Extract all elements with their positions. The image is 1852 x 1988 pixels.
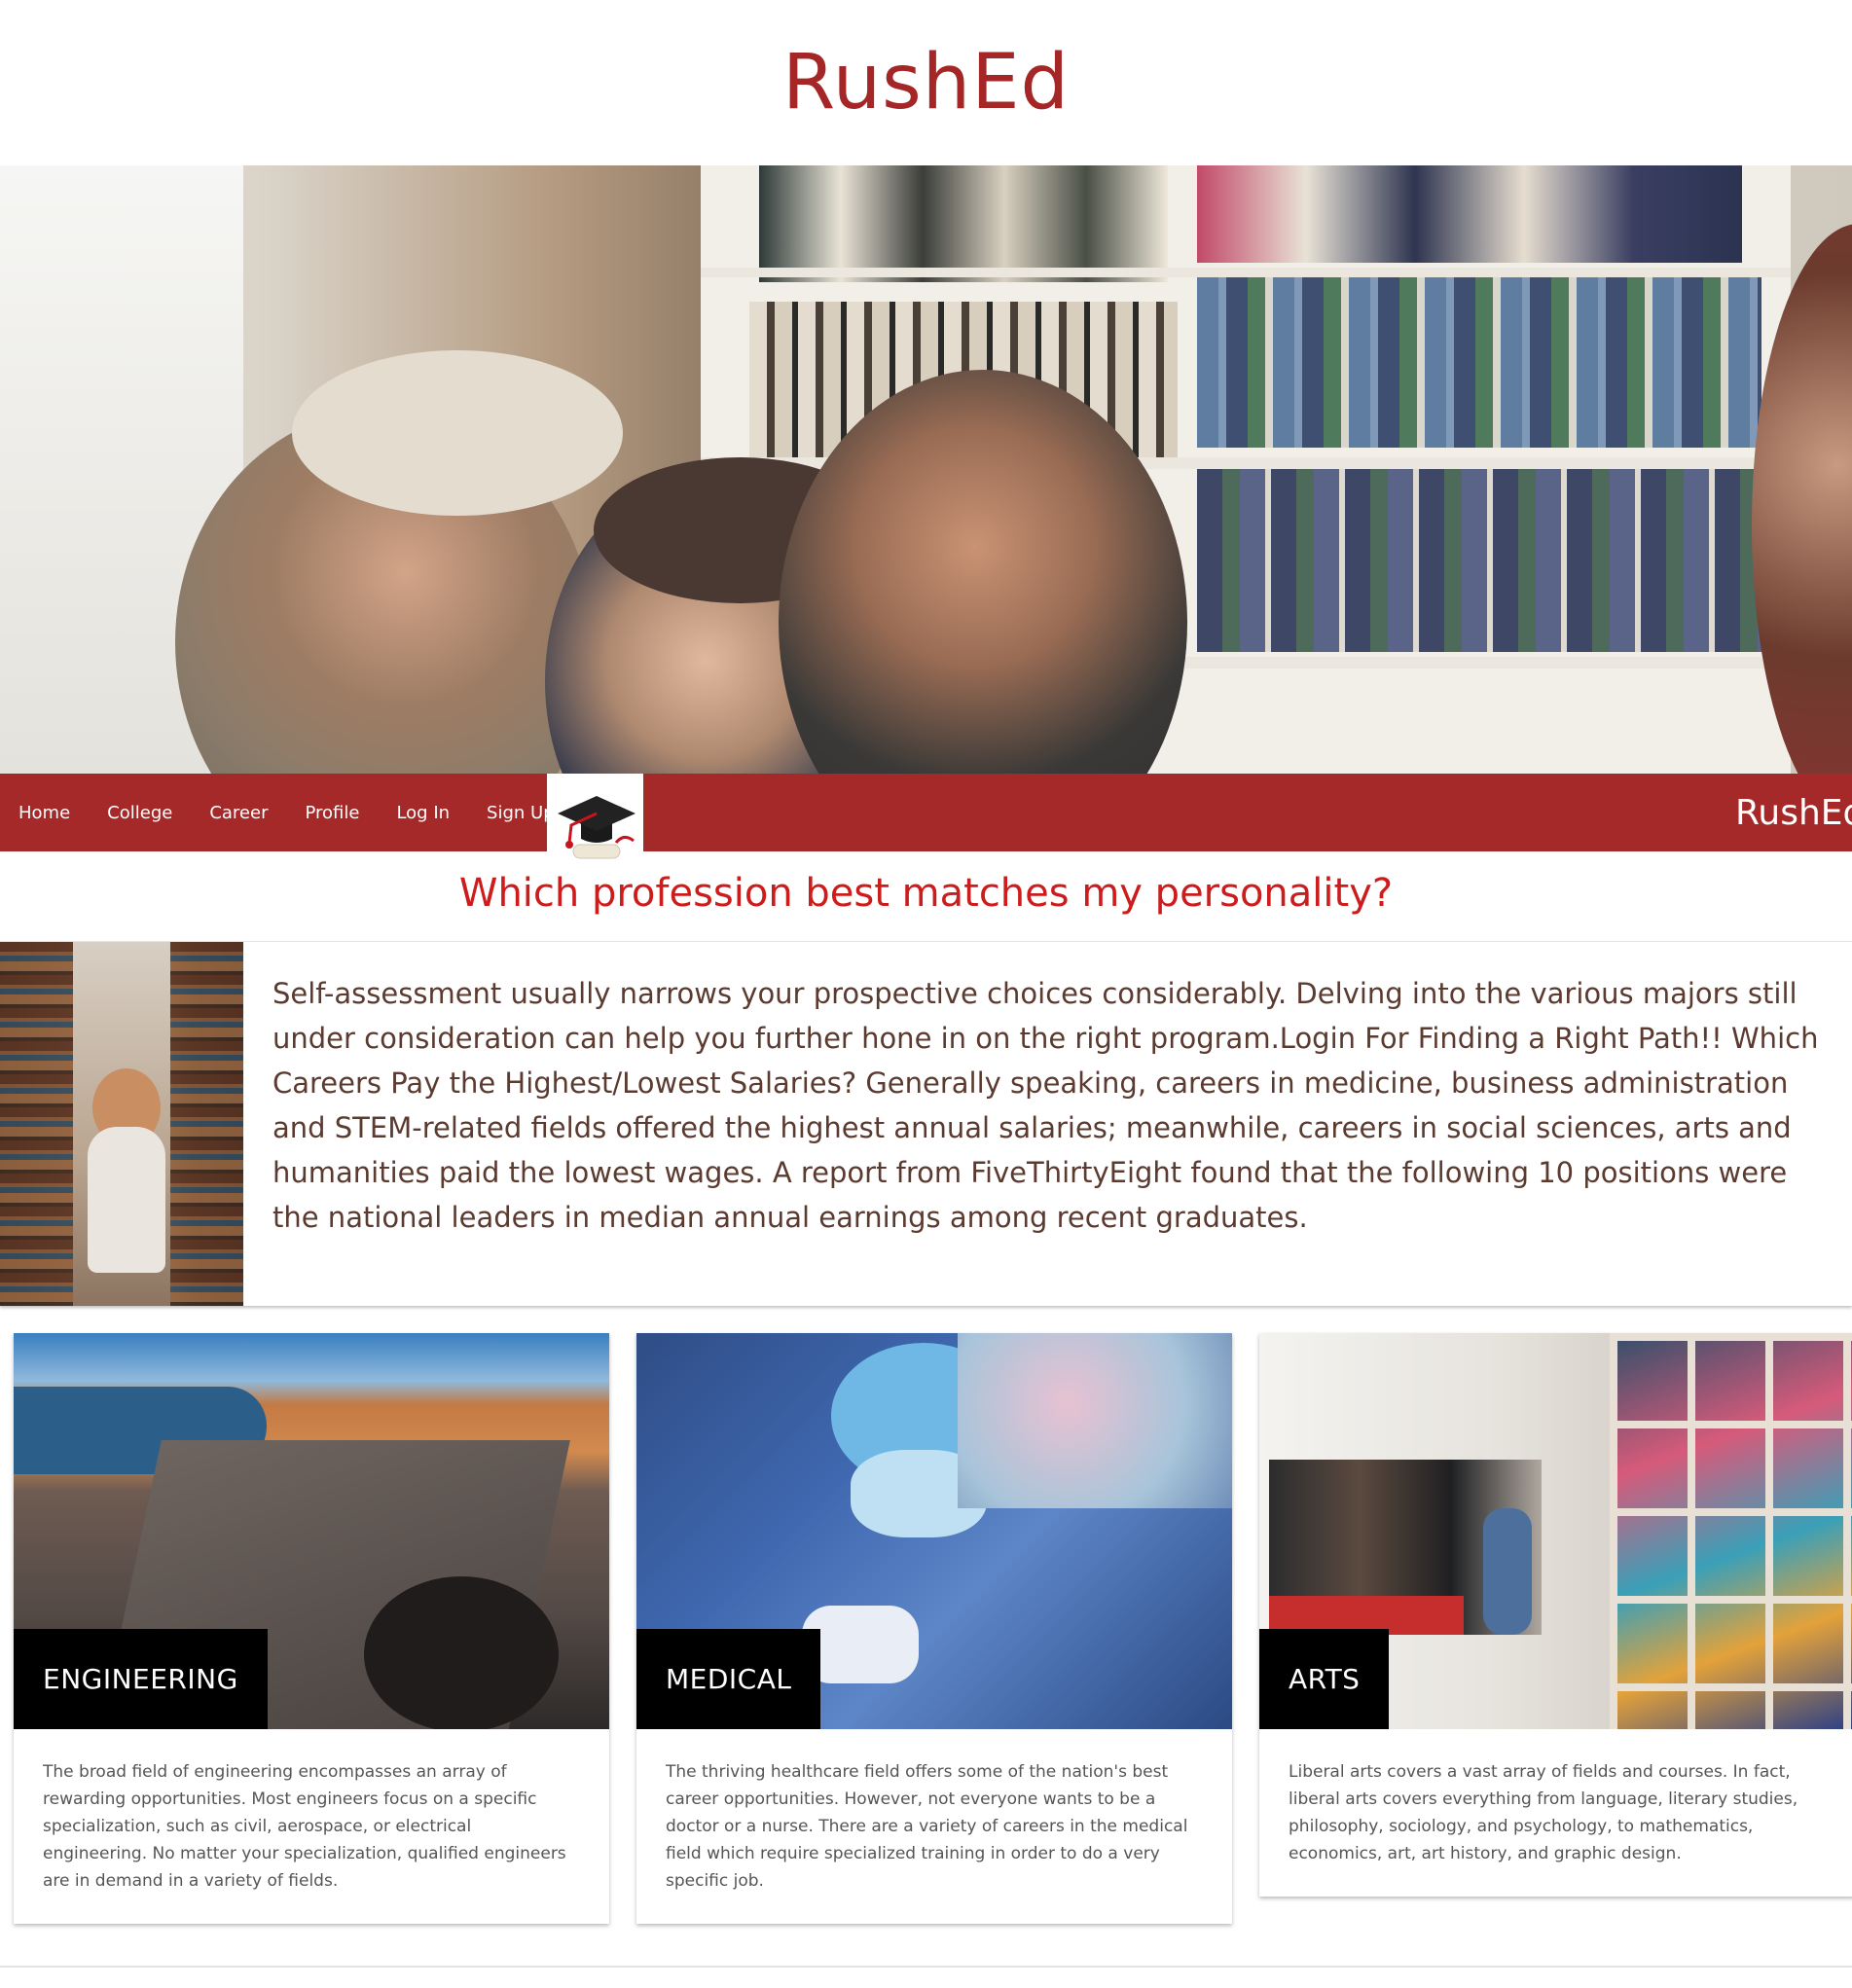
- intro-text: Self-assessment usually narrows your pro…: [272, 977, 1819, 1234]
- card-arts[interactable]: ARTS Liberal arts covers a vast array of…: [1259, 1333, 1852, 1897]
- nav-career[interactable]: Career: [191, 803, 286, 823]
- hero-image: [0, 165, 1852, 774]
- nav-bar: Home College Career Profile Log In Sign …: [0, 774, 1852, 851]
- card-engineering[interactable]: ENGINEERING The broad field of engineeri…: [14, 1333, 609, 1924]
- card-label-arts: ARTS: [1259, 1629, 1390, 1729]
- nav-login[interactable]: Log In: [378, 803, 468, 823]
- intro-section: Self-assessment usually narrows your pro…: [0, 941, 1852, 1306]
- page-heading: Which profession best matches my persona…: [458, 871, 1394, 916]
- library-image: [0, 942, 243, 1306]
- nav-profile[interactable]: Profile: [286, 803, 378, 823]
- arts-image: ARTS: [1259, 1333, 1852, 1729]
- engineering-image: ENGINEERING: [14, 1333, 609, 1729]
- footer-divider: [0, 1966, 1852, 1968]
- card-label-engineering: ENGINEERING: [14, 1629, 268, 1729]
- graduation-cap-icon[interactable]: [547, 774, 643, 871]
- card-medical[interactable]: MEDICAL The thriving healthcare field of…: [636, 1333, 1232, 1924]
- card-text-engineering: The broad field of engineering encompass…: [43, 1762, 566, 1891]
- nav-list: Home College Career Profile Log In Sign …: [0, 774, 573, 851]
- site-title: RushEd: [782, 39, 1070, 127]
- medical-image: MEDICAL: [636, 1333, 1232, 1729]
- card-label-medical: MEDICAL: [636, 1629, 821, 1729]
- nav-home[interactable]: Home: [0, 803, 89, 823]
- card-text-arts: Liberal arts covers a vast array of fiel…: [1289, 1762, 1798, 1863]
- nav-brand[interactable]: RushEd: [1735, 774, 1852, 851]
- card-text-medical: The thriving healthcare field offers som…: [666, 1762, 1188, 1891]
- nav-college[interactable]: College: [89, 803, 191, 823]
